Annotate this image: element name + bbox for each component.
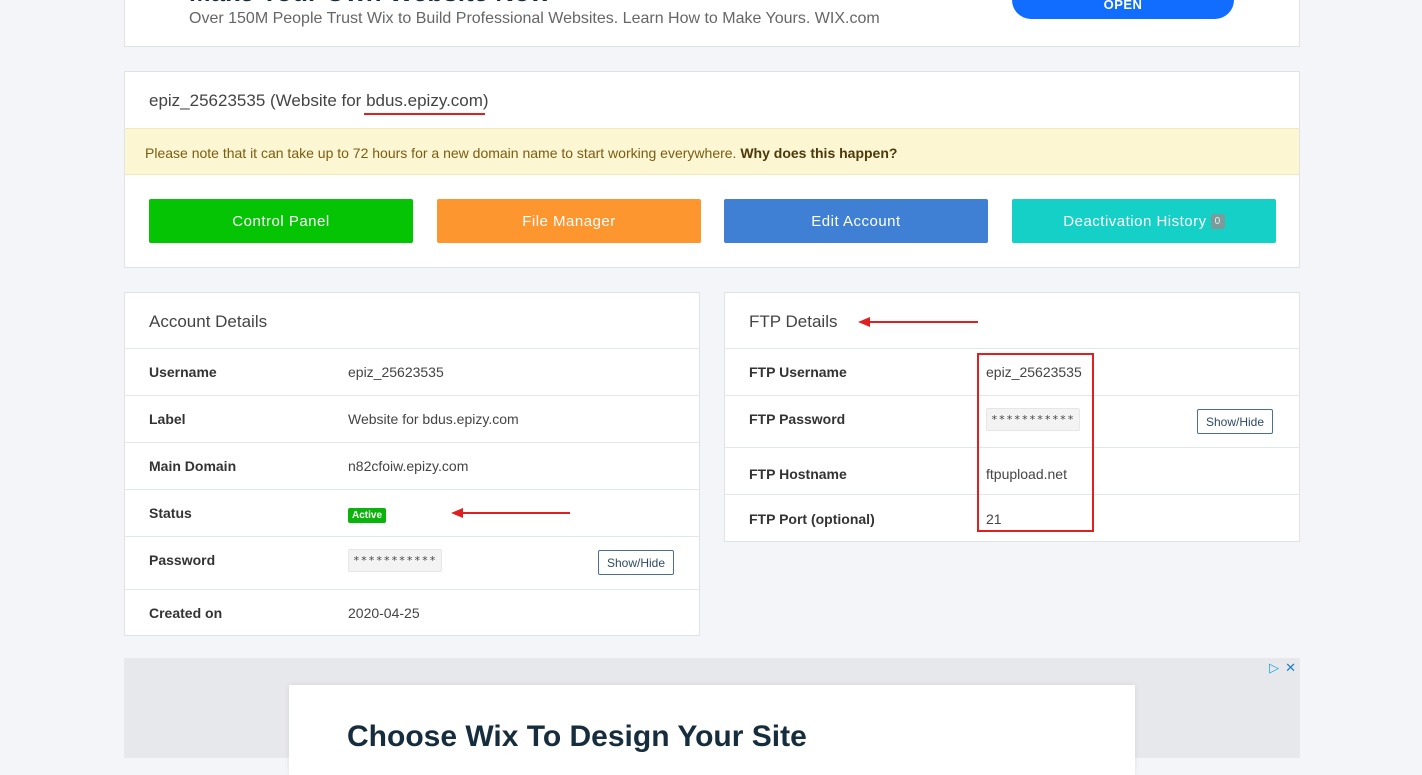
ftp-username-label: FTP Username: [749, 364, 847, 380]
table-row: Username epiz_25623535: [125, 349, 699, 396]
username-label: Username: [149, 364, 217, 380]
notice-text: Please note that it can take up to 72 ho…: [145, 145, 741, 161]
table-row: Created on 2020-04-25: [125, 590, 699, 637]
deactivation-history-button[interactable]: Deactivation History 0: [1012, 199, 1276, 243]
edit-account-button[interactable]: Edit Account: [724, 199, 988, 243]
close-icon[interactable]: ✕: [1285, 660, 1296, 675]
ftp-port-label: FTP Port (optional): [749, 511, 875, 527]
ftp-password-label: FTP Password: [749, 411, 846, 427]
label-label: Label: [149, 411, 186, 427]
account-id: epiz_25623535: [149, 91, 266, 110]
file-manager-label: File Manager: [522, 212, 616, 230]
status-badge: Active: [348, 508, 387, 523]
status-value: Active: [348, 505, 387, 523]
control-panel-label: Control Panel: [232, 212, 330, 230]
ftp-hostname-label: FTP Hostname: [749, 466, 847, 482]
annotation-box-ftp-values: [977, 353, 1094, 532]
ftp-details-title: FTP Details: [725, 293, 1299, 349]
title-prefix: (Website for: [265, 91, 367, 110]
account-details-title: Account Details: [125, 293, 699, 349]
main-domain-label: Main Domain: [149, 458, 237, 474]
file-manager-button[interactable]: File Manager: [437, 199, 701, 243]
table-row: Label Website for bdus.epizy.com: [125, 396, 699, 443]
notice-link[interactable]: Why does this happen?: [740, 145, 897, 161]
annotation-arrow-ftp: [868, 321, 978, 323]
ad-subtitle: Over 150M People Trust Wix to Build Prof…: [189, 10, 880, 27]
password-label: Password: [149, 552, 216, 568]
bottom-ad-headline: Choose Wix To Design Your Site: [347, 720, 807, 753]
edit-account-label: Edit Account: [811, 212, 901, 230]
ad-open-button[interactable]: OPEN: [1012, 0, 1234, 19]
annotation-arrowhead-status: [451, 508, 463, 518]
password-value: ***********: [348, 549, 442, 572]
play-triangle-icon[interactable]: ▷: [1269, 660, 1279, 675]
ad-headline: Make Your Own Website Now: [189, 0, 550, 8]
bottom-ad-content[interactable]: Choose Wix To Design Your Site: [289, 685, 1135, 775]
website-card: epiz_25623535 (Website for bdus.epizy.co…: [124, 71, 1300, 268]
created-on-label: Created on: [149, 605, 223, 621]
username-value: epiz_25623535: [348, 364, 444, 380]
status-label: Status: [149, 505, 192, 521]
annotation-arrowhead-ftp: [858, 317, 870, 327]
table-row: Password *********** Show/Hide: [125, 537, 699, 590]
deactivation-history-label: Deactivation History: [1063, 212, 1207, 230]
deactivation-count-badge: 0: [1210, 213, 1225, 229]
account-details-card: Account Details Username epiz_25623535 L…: [124, 292, 700, 636]
title-suffix: ): [482, 91, 489, 110]
label-value: Website for bdus.epizy.com: [348, 411, 519, 427]
main-domain-value: n82cfoiw.epizy.com: [348, 458, 469, 474]
table-row: Main Domain n82cfoiw.epizy.com: [125, 443, 699, 490]
control-panel-button[interactable]: Control Panel: [149, 199, 413, 243]
ad-controls: ▷ ✕: [1263, 660, 1296, 676]
bottom-ad-banner[interactable]: ▷ ✕ Choose Wix To Design Your Site: [124, 658, 1300, 775]
top-ad-banner[interactable]: Make Your Own Website Now Over 150M Peop…: [124, 0, 1300, 47]
website-domain: bdus.epizy.com: [366, 91, 483, 110]
domain-notice: Please note that it can take up to 72 ho…: [125, 128, 1299, 175]
table-row: Status Active: [125, 490, 699, 537]
created-on-value: 2020-04-25: [348, 605, 420, 621]
website-title: epiz_25623535 (Website for bdus.epizy.co…: [149, 91, 489, 111]
show-hide-password-button[interactable]: Show/Hide: [598, 550, 674, 575]
annotation-arrow-status: [461, 512, 570, 514]
show-hide-ftp-password-button[interactable]: Show/Hide: [1197, 409, 1273, 434]
